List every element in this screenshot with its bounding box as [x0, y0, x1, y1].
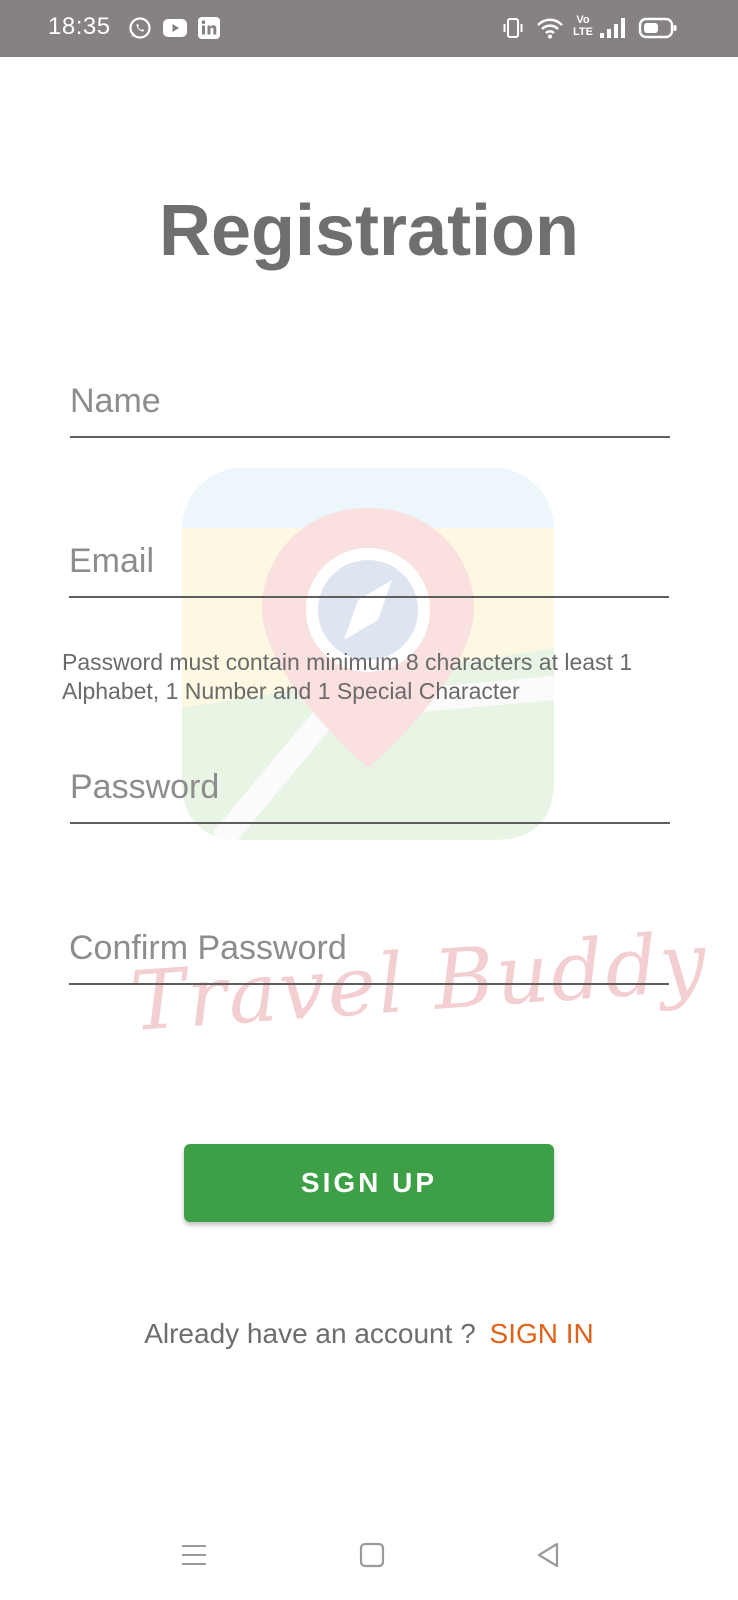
whatsapp-icon	[129, 17, 151, 39]
status-time: 18:35	[48, 13, 111, 40]
back-icon[interactable]	[533, 1540, 563, 1570]
signal-icon	[600, 18, 625, 38]
battery-icon	[638, 17, 677, 39]
linkedin-icon	[198, 17, 220, 39]
status-bar: 18:35 Vo LTE	[0, 0, 738, 57]
volte-icon: Vo LTE	[572, 14, 594, 42]
sign-in-prompt-row: Already have an account ? SIGN IN	[0, 1318, 738, 1350]
registration-screen: 18:35 Vo LTE Travel Buddy Registration N…	[0, 0, 738, 1600]
page-title: Registration	[158, 191, 580, 271]
volte-label-bottom: LTE	[573, 26, 593, 38]
youtube-icon	[163, 19, 187, 37]
wifi-icon	[537, 18, 563, 39]
password-requirements-hint: Password must contain minimum 8 characte…	[62, 649, 633, 704]
name-field[interactable]	[70, 378, 670, 438]
menu-icon[interactable]	[179, 1540, 209, 1570]
sign-in-prompt-text: Already have an account ?	[144, 1318, 476, 1349]
sign-up-button[interactable]: SIGN UP	[184, 1144, 554, 1222]
email-field[interactable]	[69, 538, 669, 598]
confirm-password-field[interactable]	[69, 925, 669, 985]
volte-label-top: Vo	[576, 14, 590, 26]
vibrate-icon	[503, 18, 523, 38]
sign-in-link[interactable]: SIGN IN	[490, 1318, 594, 1349]
password-field[interactable]	[70, 764, 670, 824]
home-icon[interactable]	[357, 1540, 387, 1570]
